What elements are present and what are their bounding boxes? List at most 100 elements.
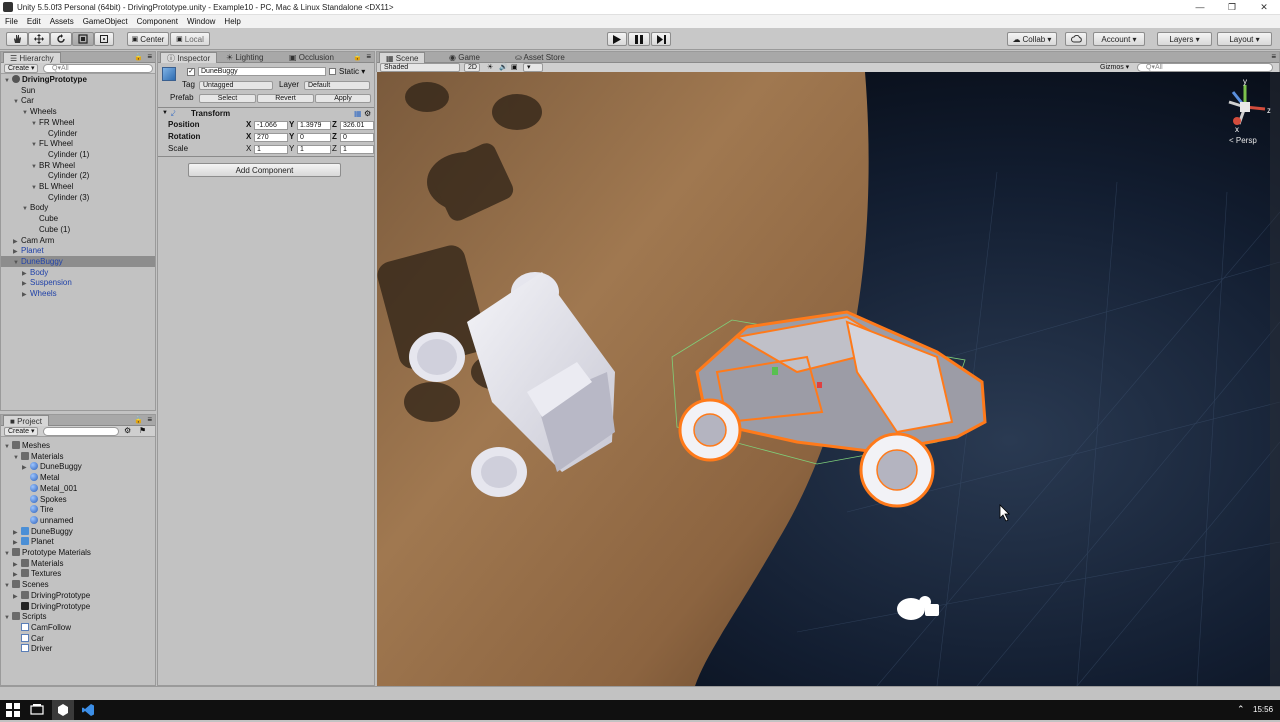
project-item[interactable]: Metal	[1, 472, 155, 483]
hierarchy-item[interactable]: ▼ FL Wheel	[1, 138, 155, 149]
transform-position-x-field[interactable]: -1.066	[254, 121, 288, 130]
scene-scrollbar[interactable]	[1270, 72, 1280, 686]
hierarchy-item[interactable]: ▼ BR Wheel	[1, 160, 155, 171]
audio-icon[interactable]: 🔊	[499, 63, 508, 71]
tab-occlusion[interactable]: ▣ Occlusion	[283, 52, 340, 63]
project-item[interactable]: ▼ Meshes	[1, 440, 155, 451]
tab-lighting[interactable]: ☀ Lighting	[220, 52, 269, 63]
taskbar-vscode-app[interactable]	[78, 700, 98, 720]
project-item[interactable]: ▶ Textures	[1, 568, 155, 579]
project-item[interactable]: ▶ Materials	[1, 558, 155, 569]
transform-rotation-z-field[interactable]: 0	[340, 133, 374, 142]
hierarchy-item[interactable]: ▼ Wheels	[1, 106, 155, 117]
hierarchy-item[interactable]: Cylinder (1)	[1, 149, 155, 160]
project-item[interactable]: ▶ DrivingPrototype	[1, 590, 155, 601]
transform-scale-y-field[interactable]: 1	[297, 145, 331, 154]
transform-position-z-field[interactable]: 326.01	[340, 121, 374, 130]
hierarchy-item[interactable]: ▶ Cam Arm	[1, 235, 155, 246]
transform-help-icon[interactable]: ▦	[354, 109, 362, 118]
object-name-field[interactable]: DuneBuggy	[198, 67, 326, 76]
panel-menu-icon[interactable]: ≡	[147, 52, 152, 61]
layers-dropdown[interactable]: Layers ▾	[1157, 32, 1212, 46]
hierarchy-item[interactable]: Sun	[1, 85, 155, 96]
add-component-button[interactable]: Add Component	[188, 163, 341, 177]
hierarchy-item[interactable]: ▶ Planet	[1, 245, 155, 256]
tab-hierarchy[interactable]: ☰ Hierarchy	[3, 52, 61, 63]
hierarchy-item[interactable]: Cube (1)	[1, 224, 155, 235]
layout-dropdown[interactable]: Layout ▾	[1217, 32, 1272, 46]
tab-asset-store[interactable]: ⛀ Asset Store	[509, 52, 571, 63]
scene-effects-dropdown[interactable]: ▾	[523, 63, 543, 72]
project-lock-icon[interactable]: 🔒	[134, 416, 143, 424]
image-effects-icon[interactable]: ▣	[511, 63, 518, 71]
static-checkbox[interactable]	[329, 68, 336, 75]
hierarchy-item[interactable]: ▼ Car	[1, 95, 155, 106]
hierarchy-item[interactable]: ▼ DuneBuggy	[1, 255, 155, 267]
hierarchy-item[interactable]: ▶ Suspension	[1, 277, 155, 288]
perspective-label[interactable]: < Persp	[1229, 136, 1257, 145]
menu-window[interactable]: Window	[187, 17, 215, 26]
gizmos-dropdown[interactable]: Gizmos ▾	[1100, 63, 1129, 71]
hierarchy-item[interactable]: ▼ BL Wheel	[1, 181, 155, 192]
project-item[interactable]: ▼ Prototype Materials	[1, 547, 155, 558]
hierarchy-item[interactable]: ▼ DrivingPrototype	[1, 74, 155, 85]
rotate-tool-button[interactable]	[50, 32, 72, 46]
project-item[interactable]: ▶ DuneBuggy	[1, 461, 155, 472]
active-checkbox[interactable]: ✓	[187, 68, 195, 76]
scene-lighting-icon[interactable]: ☀	[487, 63, 493, 71]
hierarchy-create-dropdown[interactable]: Create ▾	[4, 64, 38, 73]
project-item[interactable]: Tire	[1, 504, 155, 515]
menu-help[interactable]: Help	[224, 17, 240, 26]
menu-assets[interactable]: Assets	[50, 17, 74, 26]
tab-game[interactable]: ◉ Game	[443, 52, 486, 63]
step-button[interactable]	[651, 32, 671, 46]
scene-viewport[interactable]: y z x < Persp	[377, 72, 1280, 686]
start-button[interactable]	[6, 703, 20, 717]
prefab-revert-button[interactable]: Revert	[257, 94, 314, 103]
2d-toggle[interactable]: 2D	[464, 63, 480, 72]
tab-scene[interactable]: ▦ Scene	[379, 52, 426, 63]
cloud-services-button[interactable]	[1065, 32, 1087, 46]
transform-scale-z-field[interactable]: 1	[340, 145, 374, 154]
pause-button[interactable]	[628, 32, 650, 46]
hierarchy-item[interactable]: ▼ Body	[1, 202, 155, 213]
foldout-arrow-icon[interactable]: ▶	[22, 290, 30, 301]
space-local-button[interactable]: ▣ Local	[170, 32, 210, 46]
tab-project[interactable]: ■ Project	[3, 415, 49, 426]
static-dropdown[interactable]: Static ▾	[339, 67, 365, 77]
rect-tool-button[interactable]	[94, 32, 114, 46]
project-item[interactable]: CamFollow	[1, 622, 155, 633]
filter-label-icon[interactable]: ⚑	[139, 426, 146, 435]
prefab-select-button[interactable]: Select	[199, 94, 256, 103]
inspector-menu-icon[interactable]: ≡	[366, 52, 371, 61]
tag-dropdown[interactable]: Untagged	[199, 81, 273, 90]
hierarchy-item[interactable]: ▼ FR Wheel	[1, 117, 155, 128]
hierarchy-item[interactable]: Cylinder (3)	[1, 192, 155, 203]
hierarchy-item[interactable]: ▶ Body	[1, 267, 155, 278]
project-create-dropdown[interactable]: Create ▾	[4, 427, 38, 436]
filter-type-icon[interactable]: ⚙	[124, 426, 131, 435]
maximize-button[interactable]: ❐	[1216, 0, 1248, 15]
project-item[interactable]: DrivingPrototype	[1, 601, 155, 612]
tray-expand-icon[interactable]: ⌃	[1237, 704, 1245, 715]
task-view-button[interactable]	[30, 703, 44, 717]
project-item[interactable]: Car	[1, 633, 155, 644]
hand-tool-button[interactable]	[6, 32, 28, 46]
prefab-apply-button[interactable]: Apply	[315, 94, 371, 103]
scale-tool-button[interactable]	[72, 32, 94, 46]
project-search-input[interactable]	[43, 427, 119, 436]
project-item[interactable]: Driver	[1, 643, 155, 654]
menu-file[interactable]: File	[5, 17, 18, 26]
account-dropdown[interactable]: Account ▾	[1093, 32, 1145, 46]
pivot-center-button[interactable]: ▣ Center	[127, 32, 169, 46]
hierarchy-item[interactable]: Cylinder (2)	[1, 170, 155, 181]
hierarchy-item[interactable]: ▶ Wheels	[1, 288, 155, 299]
collab-dropdown[interactable]: ☁ Collab ▾	[1007, 32, 1057, 46]
clock[interactable]: 15:56	[1253, 705, 1273, 714]
scene-search-input[interactable]: Q▾All	[1137, 63, 1273, 72]
project-item[interactable]: unnamed	[1, 515, 155, 526]
menu-edit[interactable]: Edit	[27, 17, 41, 26]
menu-gameobject[interactable]: GameObject	[83, 17, 128, 26]
project-item[interactable]: ▼ Materials	[1, 451, 155, 462]
project-item[interactable]: ▶ Planet	[1, 536, 155, 547]
